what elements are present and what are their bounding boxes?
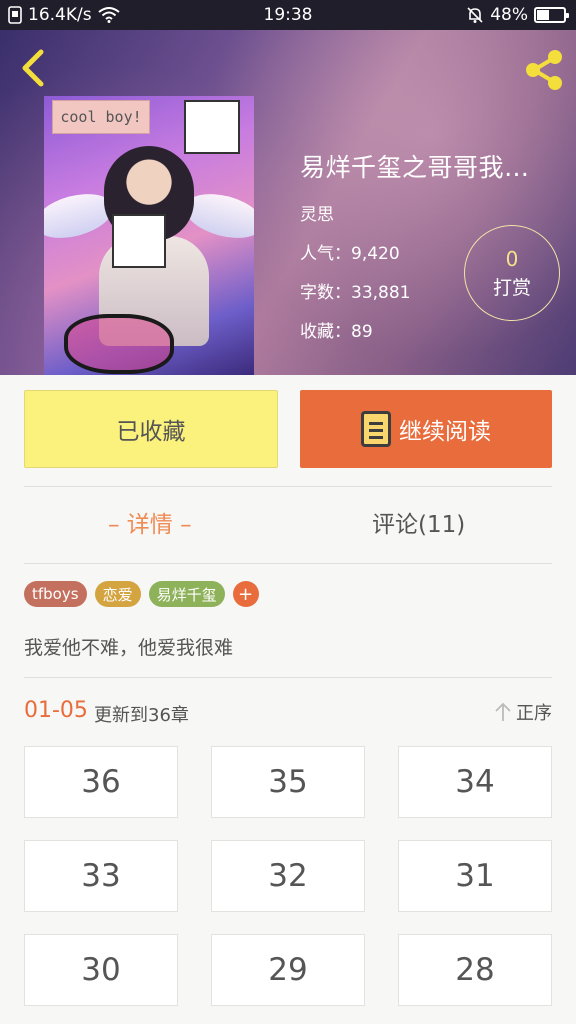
divider	[24, 677, 552, 678]
cover-puzzle-piece	[184, 100, 240, 154]
back-button[interactable]	[12, 48, 52, 88]
tag-romance[interactable]: 恋爱	[94, 581, 141, 607]
notification-icon	[8, 6, 22, 24]
update-status: 更新到36章	[94, 705, 189, 726]
chapter-grid: 36 35 34 33 32 31 30 29 28	[24, 746, 552, 1006]
chapter-item[interactable]: 36	[24, 746, 178, 818]
book-icon	[361, 411, 391, 447]
chapter-item[interactable]: 28	[398, 934, 552, 1006]
popularity-value: 9,420	[351, 244, 400, 264]
sort-order-button[interactable]: 正序	[494, 699, 552, 725]
reward-label: 打赏	[492, 276, 531, 299]
arrow-up-icon	[495, 702, 511, 721]
wifi-icon	[97, 7, 120, 23]
chevron-left-icon	[22, 49, 44, 87]
chapter-range-selector[interactable]: 01-05	[24, 698, 88, 723]
battery-percent: 48%	[490, 5, 528, 25]
chapter-item[interactable]: 35	[211, 746, 365, 818]
battery-fill	[537, 10, 550, 20]
mute-bell-icon	[467, 7, 483, 23]
chapter-item[interactable]: 29	[211, 934, 365, 1006]
favorites-row: 收藏：89	[300, 317, 565, 342]
cover-tag: cool boy!	[52, 100, 150, 134]
chapter-item[interactable]: 33	[24, 840, 178, 912]
continue-reading-button[interactable]: 继续阅读	[300, 390, 552, 468]
collected-button[interactable]: 已收藏	[24, 390, 278, 468]
synopsis: 我爱他不难，他爱我很难	[24, 637, 234, 659]
word-count-label: 字数：	[300, 283, 351, 303]
add-tag-button[interactable]: +	[232, 581, 259, 607]
favorites-value: 89	[351, 322, 373, 342]
cover-puzzle-piece	[112, 214, 166, 268]
reward-button[interactable]: 0 打赏	[464, 225, 560, 321]
chapter-item[interactable]: 31	[398, 840, 552, 912]
status-bar: 16.4K/s 19:38 48%	[0, 0, 576, 30]
chapter-item[interactable]: 34	[398, 746, 552, 818]
continue-reading-label: 继续阅读	[399, 419, 491, 445]
chapter-item[interactable]: 30	[24, 934, 178, 1006]
divider	[24, 486, 552, 487]
tab-comments[interactable]: 评论(11)	[372, 505, 465, 539]
word-count-value: 33,881	[351, 283, 411, 303]
tag-tfboys[interactable]: tfboys	[24, 581, 87, 607]
network-speed: 16.4K/s	[28, 5, 92, 25]
tag-yiyang-qianxi[interactable]: 易烊千玺	[148, 581, 225, 607]
share-icon	[526, 50, 562, 90]
battery-icon	[534, 7, 569, 23]
sort-label: 正序	[516, 703, 552, 724]
tag-list: tfboys 恋爱 易烊千玺 +	[24, 581, 259, 607]
book-header: cool boy! 易烊千玺之哥哥我… 灵思 人气：9,420 字数：33,88…	[0, 30, 576, 375]
cover-signature	[64, 314, 174, 374]
popularity-label: 人气：	[300, 244, 351, 264]
divider	[24, 563, 552, 564]
book-cover[interactable]: cool boy!	[44, 96, 254, 375]
book-title: 易烊千玺之哥哥我…	[300, 153, 530, 182]
book-author[interactable]: 灵思	[300, 200, 565, 225]
reward-count: 0	[505, 246, 519, 271]
favorites-label: 收藏：	[300, 322, 351, 342]
tab-details[interactable]: – 详情 –	[108, 505, 192, 539]
chapter-item[interactable]: 32	[211, 840, 365, 912]
share-button[interactable]	[522, 48, 566, 92]
